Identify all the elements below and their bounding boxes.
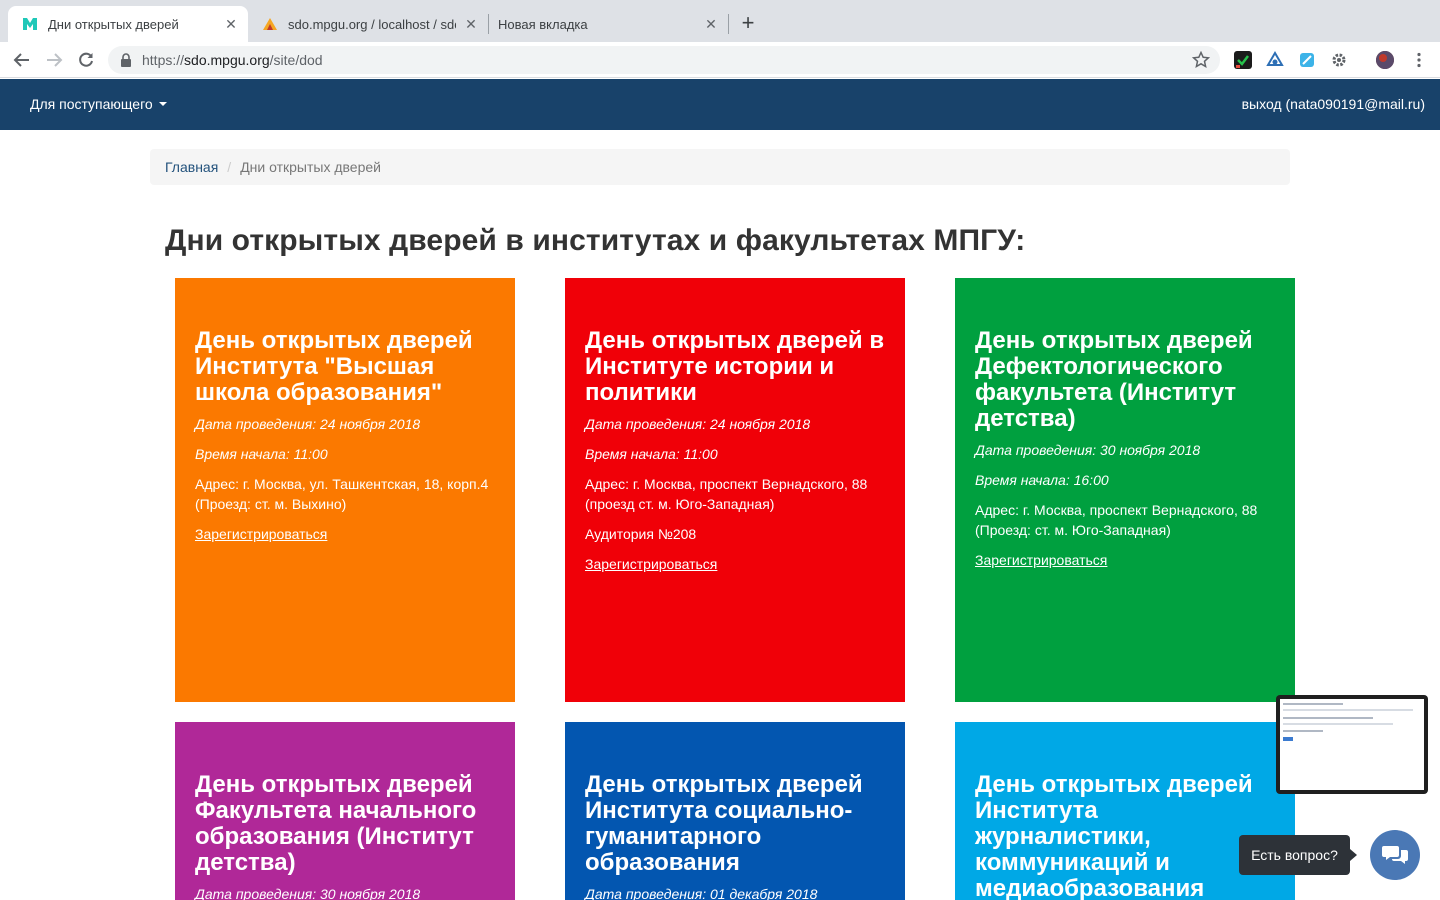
screen-preview-thumbnail[interactable] <box>1276 695 1428 794</box>
event-card: День открытых дверей Института социально… <box>565 722 905 900</box>
tab-title: sdo.mpgu.org / localhost / sdo <box>288 16 456 32</box>
bookmark-star-icon[interactable] <box>1192 51 1210 69</box>
event-card: День открытых дверей в Институте истории… <box>565 278 905 702</box>
profile-avatar[interactable] <box>1376 51 1394 69</box>
browser-tab[interactable]: Новая вкладка ✕ <box>488 6 728 42</box>
event-address: Адрес: г. Москва, проспект Вернадского, … <box>585 476 868 512</box>
event-card: День открытых дверей Института "Высшая ш… <box>175 278 515 702</box>
browser-toolbar: https://sdo.mpgu.org/site/dod <box>0 42 1440 78</box>
event-time: Время начала: 16:00 <box>975 472 1109 488</box>
url-path: /site/dod <box>269 52 323 68</box>
event-card-title: День открытых дверей Дефектологического … <box>975 327 1253 432</box>
browser-menu-icon[interactable] <box>1410 51 1428 69</box>
arrow-right-icon <box>47 53 63 67</box>
chat-tooltip-arrow <box>1350 849 1357 861</box>
browser-tabstrip: Дни открытых дверей ✕ sdo.mpgu.org / loc… <box>0 0 1440 42</box>
lock-icon <box>120 53 134 67</box>
preview-line <box>1283 717 1373 719</box>
event-card-title: День открытых дверей Факультета начально… <box>195 771 477 876</box>
tab-close-icon[interactable]: ✕ <box>462 15 480 33</box>
applicant-menu-dropdown[interactable]: Для поступающего <box>30 96 167 112</box>
event-time: Время начала: 11:00 <box>195 446 328 462</box>
mpgu-favicon-icon <box>23 18 37 30</box>
arrow-left-icon <box>13 53 29 67</box>
extension-drive-icon[interactable] <box>1266 51 1284 69</box>
register-link[interactable]: Зарегистрироваться <box>195 524 327 544</box>
url-text: https://sdo.mpgu.org/site/dod <box>142 52 323 68</box>
event-card-title: День открытых дверей в Институте истории… <box>585 327 885 406</box>
new-tab-button[interactable]: + <box>736 12 760 36</box>
forward-button[interactable] <box>42 48 66 72</box>
event-card-title: День открытых дверей Института "Высшая ш… <box>195 327 473 406</box>
event-room: Аудитория №208 <box>585 526 697 542</box>
event-date: Дата проведения: 24 ноября 2018 <box>195 416 421 432</box>
tab-close-icon[interactable]: ✕ <box>702 15 720 33</box>
preview-screen <box>1280 699 1424 790</box>
preview-button <box>1283 737 1293 741</box>
event-date: Дата проведения: 30 ноября 2018 <box>975 442 1201 458</box>
url-scheme: https:// <box>142 52 185 68</box>
site-navbar: Для поступающего выход (nata090191@mail.… <box>0 79 1440 130</box>
browser-tab[interactable]: sdo.mpgu.org / localhost / sdo ✕ <box>248 6 488 42</box>
preview-line <box>1283 723 1393 725</box>
event-card: День открытых дверей Факультета начально… <box>175 722 515 900</box>
preview-line <box>1283 703 1343 705</box>
event-address: Адрес: г. Москва, проспект Вернадского, … <box>975 502 1258 538</box>
event-card-title: День открытых дверей Института социально… <box>585 771 863 876</box>
tab-title: Дни открытых дверей <box>48 16 179 32</box>
preview-line <box>1283 730 1323 732</box>
caret-down-icon <box>158 102 167 106</box>
logout-link[interactable]: выход (nata090191@mail.ru) <box>1242 96 1425 112</box>
chat-tooltip: Есть вопрос? <box>1239 835 1350 875</box>
browser-tab-active[interactable]: Дни открытых дверей ✕ <box>8 6 248 42</box>
breadcrumb: Главная / Дни открытых дверей <box>150 149 1290 185</box>
extension-cube-icon[interactable] <box>1298 51 1316 69</box>
breadcrumb-current: Дни открытых дверей <box>240 159 381 175</box>
event-date: Дата проведения: 24 ноября 2018 <box>585 416 811 432</box>
address-bar[interactable]: https://sdo.mpgu.org/site/dod <box>108 46 1220 74</box>
breadcrumb-home-link[interactable]: Главная <box>165 159 218 175</box>
event-date: Дата проведения: 30 ноября 2018 <box>195 886 421 900</box>
event-time: Время начала: 11:00 <box>585 446 718 462</box>
tab-close-icon[interactable]: ✕ <box>222 15 240 33</box>
breadcrumb-separator: / <box>227 159 232 175</box>
register-link[interactable]: Зарегистрироваться <box>975 550 1107 570</box>
back-button[interactable] <box>10 48 34 72</box>
page-title: Дни открытых дверей в институтах и факул… <box>165 224 1026 257</box>
tab-title: Новая вкладка <box>498 16 588 32</box>
phpmyadmin-favicon-icon <box>263 18 277 30</box>
event-card: День открытых дверей Дефектологического … <box>955 278 1295 702</box>
preview-line <box>1283 709 1413 711</box>
tab-separator <box>728 14 729 34</box>
applicant-menu-label: Для поступающего <box>30 96 153 112</box>
event-card-title: День открытых дверей Института журналист… <box>975 771 1253 900</box>
url-host: sdo.mpgu.org <box>184 52 270 68</box>
reload-icon <box>79 52 93 67</box>
extension-checkmark-icon[interactable] <box>1234 51 1252 69</box>
event-address: Адрес: г. Москва, ул. Ташкентская, 18, к… <box>195 476 489 512</box>
chat-bubbles-icon <box>1382 846 1408 864</box>
extension-gear-icon[interactable] <box>1330 51 1348 69</box>
event-date: Дата проведения: 01 декабря 2018 <box>585 886 818 900</box>
chat-button[interactable] <box>1370 830 1420 880</box>
register-link[interactable]: Зарегистрироваться <box>585 554 717 574</box>
reload-button[interactable] <box>74 48 98 72</box>
